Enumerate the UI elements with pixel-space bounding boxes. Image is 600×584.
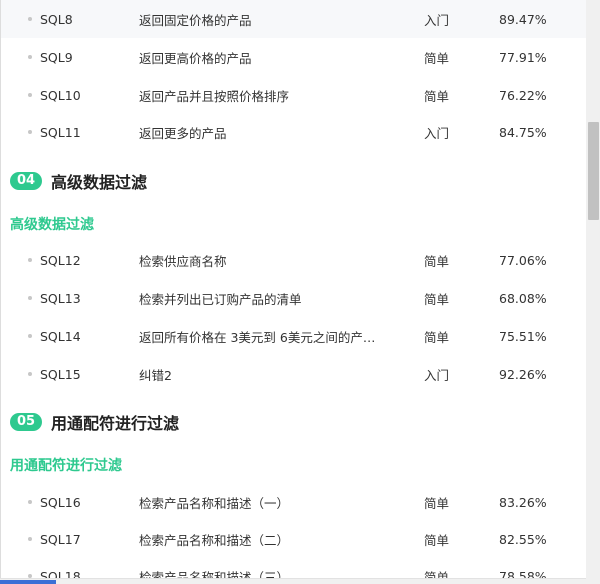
list-item[interactable]: SQL9 返回更高价格的产品 简单 77.91% (0, 38, 586, 76)
bullet-dot (28, 258, 32, 262)
bullet-dot (28, 334, 32, 338)
question-code: SQL13 (40, 290, 81, 306)
section-subheading: 高级数据过滤 (10, 217, 94, 233)
list-item[interactable]: SQL15 纠错2 入门 92.26% (0, 355, 586, 393)
taskbar-strip (0, 578, 586, 584)
difficulty-label: 入门 (424, 367, 450, 383)
question-title[interactable]: 返回产品并且按照价格排序 (139, 86, 389, 105)
list-item[interactable]: SQL10 返回产品并且按照价格排序 简单 76.22% (0, 76, 586, 114)
bullet-dot (28, 296, 32, 300)
section-subheading: 用通配符进行过滤 (10, 458, 122, 474)
chapter-number-badge: 05 (10, 413, 42, 431)
bullet-dot (28, 93, 32, 97)
difficulty-label: 简单 (424, 532, 450, 548)
question-code: SQL9 (40, 49, 73, 65)
pass-rate: 89.47% (499, 11, 547, 27)
difficulty-label: 简单 (424, 253, 450, 269)
list-item[interactable]: SQL8 返回固定价格的产品 入门 89.47% (0, 0, 586, 38)
difficulty-label: 入门 (424, 125, 450, 141)
difficulty-label: 简单 (424, 291, 450, 307)
list-item[interactable]: SQL12 检索供应商名称 简单 77.06% (0, 241, 586, 279)
bullet-dot (28, 372, 32, 376)
pass-rate: 83.26% (499, 494, 547, 510)
difficulty-label: 简单 (424, 88, 450, 104)
pass-rate: 82.55% (499, 531, 547, 547)
list-item[interactable]: SQL16 检索产品名称和描述（一） 简单 83.26% (0, 483, 586, 521)
question-title[interactable]: 纠错2 (139, 365, 389, 384)
list-item[interactable]: SQL13 检索并列出已订购产品的清单 简单 68.08% (0, 279, 586, 317)
pass-rate: 84.75% (499, 124, 547, 140)
pass-rate: 76.22% (499, 87, 547, 103)
question-title[interactable]: 返回更多的产品 (139, 123, 389, 142)
question-code: SQL15 (40, 366, 81, 382)
list-item[interactable]: SQL14 返回所有价格在 3美元到 6美元之间的产… 简单 75.51% (0, 317, 586, 355)
question-code: SQL8 (40, 11, 73, 27)
question-code: SQL16 (40, 494, 81, 510)
question-code: SQL17 (40, 531, 81, 547)
question-code: SQL12 (40, 252, 81, 268)
chapter-heading: 04 高级数据过滤 (10, 169, 147, 193)
bullet-dot (28, 55, 32, 59)
pass-rate: 77.06% (499, 252, 547, 268)
difficulty-label: 简单 (424, 495, 450, 511)
pass-rate: 92.26% (499, 366, 547, 382)
question-title[interactable]: 检索产品名称和描述（一） (139, 493, 389, 512)
question-title[interactable]: 返回固定价格的产品 (139, 10, 389, 29)
pass-rate: 68.08% (499, 290, 547, 306)
bullet-dot (28, 537, 32, 541)
chapter-title: 用通配符进行过滤 (51, 414, 180, 433)
difficulty-label: 简单 (424, 329, 450, 345)
chapter-number-badge: 04 (10, 172, 42, 190)
bullet-dot (28, 130, 32, 134)
bullet-dot (28, 500, 32, 504)
pass-rate: 77.91% (499, 49, 547, 65)
question-title[interactable]: 返回更高价格的产品 (139, 48, 389, 67)
scrollbar-thumb[interactable] (588, 122, 599, 220)
question-code: SQL14 (40, 328, 81, 344)
difficulty-label: 简单 (424, 50, 450, 66)
chapter-title: 高级数据过滤 (51, 173, 148, 192)
chapter-heading: 05 用通配符进行过滤 (10, 410, 179, 434)
question-code: SQL11 (40, 124, 81, 140)
taskbar-accent (0, 580, 56, 584)
list-item[interactable]: SQL17 检索产品名称和描述（二） 简单 82.55% (0, 520, 586, 558)
question-title[interactable]: 检索产品名称和描述（二） (139, 530, 389, 549)
question-title[interactable]: 检索并列出已订购产品的清单 (139, 289, 389, 308)
question-title[interactable]: 返回所有价格在 3美元到 6美元之间的产… (139, 327, 389, 346)
question-code: SQL10 (40, 87, 81, 103)
question-title[interactable]: 检索供应商名称 (139, 251, 389, 270)
pass-rate: 75.51% (499, 328, 547, 344)
question-list: SQL8 返回固定价格的产品 入门 89.47% SQL9 返回更高价格的产品 … (0, 0, 586, 584)
difficulty-label: 入门 (424, 12, 450, 28)
bullet-dot (28, 17, 32, 21)
vertical-scrollbar[interactable] (586, 0, 600, 584)
left-border (0, 0, 1, 584)
list-item[interactable]: SQL11 返回更多的产品 入门 84.75% (0, 113, 586, 151)
